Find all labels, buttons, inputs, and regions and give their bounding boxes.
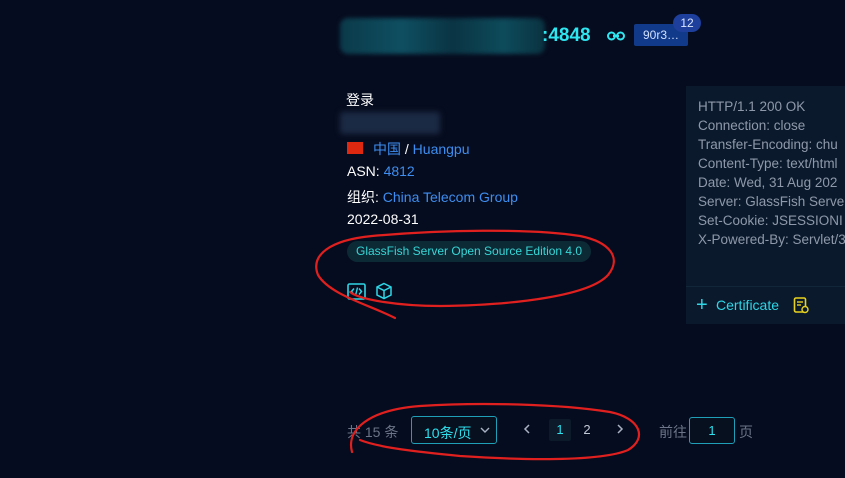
http-line: Content-Type: text/html <box>698 156 838 171</box>
panel-divider <box>686 286 845 287</box>
http-line: Server: GlassFish Serve <box>698 194 845 209</box>
city-link[interactable]: Huangpu <box>413 141 470 157</box>
org-row: 组织: China Telecom Group <box>347 187 518 207</box>
plus-icon[interactable]: + <box>696 295 708 315</box>
prev-page-icon[interactable] <box>522 421 532 437</box>
cube-icon[interactable] <box>375 282 393 300</box>
china-flag-icon <box>347 142 363 154</box>
asn-link[interactable]: 4812 <box>384 163 415 179</box>
code-icon[interactable] <box>347 283 366 300</box>
http-line: Connection: close <box>698 118 806 133</box>
certificate-icon[interactable] <box>793 297 809 314</box>
page-size-select[interactable]: 10条/页 <box>411 416 497 444</box>
location-separator: / <box>401 141 413 157</box>
link-icon[interactable] <box>607 31 625 41</box>
org-link[interactable]: China Telecom Group <box>383 189 518 205</box>
http-response-panel: HTTP/1.1 200 OK Connection: close Transf… <box>686 86 845 324</box>
redacted-host <box>340 18 545 54</box>
location: 中国 / Huangpu <box>373 139 470 159</box>
page-2-button[interactable]: 2 <box>576 419 598 441</box>
http-line: Set-Cookie: JSESSIONI <box>698 213 843 228</box>
product-tag[interactable]: GlassFish Server Open Source Edition 4.0 <box>347 241 592 262</box>
redacted-subtitle <box>340 112 440 134</box>
page-size-value: 10条/页 <box>424 425 472 441</box>
host-port[interactable]: :4848 <box>542 25 591 47</box>
next-page-icon[interactable] <box>615 421 625 437</box>
page-1-button[interactable]: 1 <box>549 419 571 441</box>
goto-suffix: 页 <box>739 424 753 440</box>
http-line: Transfer-Encoding: chu <box>698 137 838 152</box>
goto-label: 前往 <box>659 424 687 440</box>
goto-page-input[interactable]: 1 <box>689 417 735 444</box>
chevron-down-icon <box>480 427 490 433</box>
total-count: 共 15 条 <box>347 424 399 440</box>
page-title: 登录 <box>346 92 374 108</box>
certificate-button[interactable]: Certificate <box>716 297 779 313</box>
count-badge: 12 <box>673 14 701 32</box>
asn-label: ASN: <box>347 163 384 179</box>
date: 2022-08-31 <box>347 211 419 227</box>
country-link[interactable]: 中国 <box>373 141 401 157</box>
http-line: HTTP/1.1 200 OK <box>698 99 806 114</box>
asn-row: ASN: 4812 <box>347 163 415 179</box>
org-label: 组织: <box>347 189 383 205</box>
http-line: X-Powered-By: Servlet/3 <box>698 232 845 247</box>
http-line: Date: Wed, 31 Aug 202 <box>698 175 838 190</box>
